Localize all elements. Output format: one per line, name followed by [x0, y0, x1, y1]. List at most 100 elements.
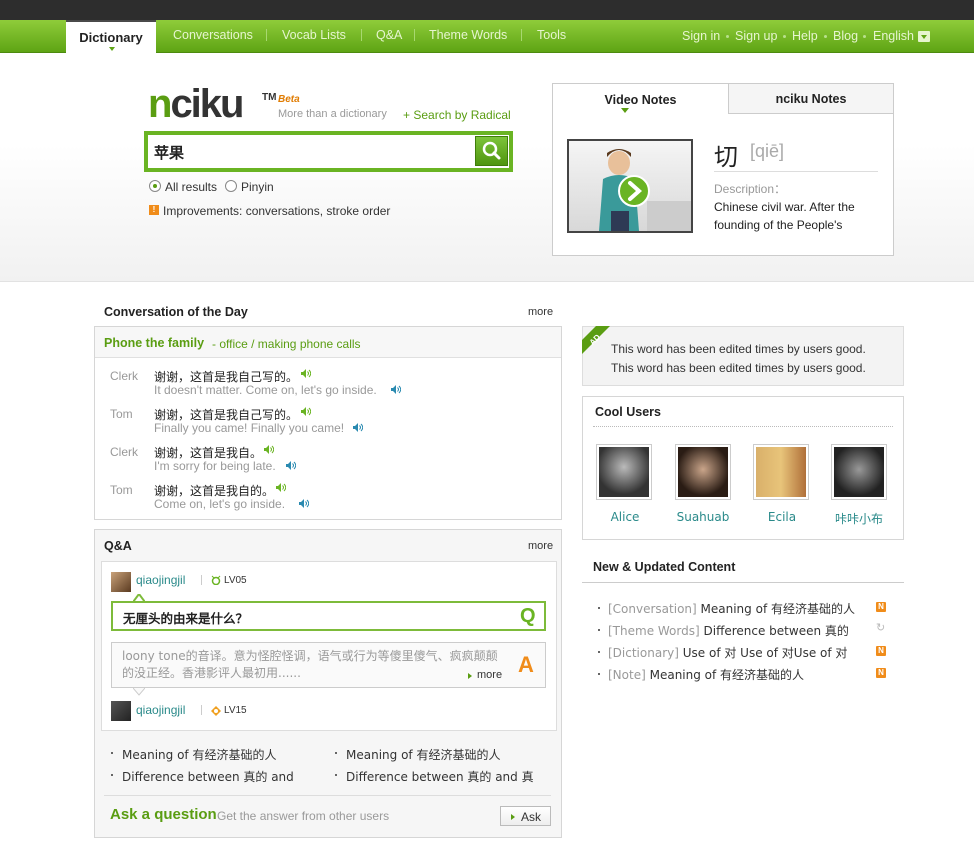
- level-icon: [211, 575, 221, 585]
- speaker-name: Tom: [110, 407, 133, 421]
- bullet: [111, 774, 113, 776]
- divider: [201, 705, 202, 715]
- update-item[interactable]: [Theme Words] Difference between 真的: [608, 622, 849, 639]
- nav-divider: [266, 29, 267, 41]
- new-badge-icon: N: [876, 668, 886, 678]
- divider: [582, 582, 904, 583]
- active-tab-caret-icon: [109, 47, 115, 51]
- beta-badge: Beta: [278, 94, 300, 105]
- new-badge-icon: N: [876, 646, 886, 656]
- radio-all-results[interactable]: [149, 180, 161, 192]
- bullet: [335, 774, 337, 776]
- improvements-link[interactable]: Improvements: conversations, stroke orde…: [163, 204, 390, 218]
- update-item[interactable]: [Note] Meaning of 有经济基础的人: [608, 666, 804, 683]
- video-presenter-illustration: [599, 149, 691, 231]
- tab-video-notes[interactable]: Video Notes: [553, 84, 728, 114]
- pointer-icon: [133, 688, 145, 696]
- tab-dictionary[interactable]: Dictionary: [66, 20, 156, 54]
- tab-tools[interactable]: Tools: [537, 28, 566, 42]
- tab-nciku-notes[interactable]: nciku Notes: [728, 84, 893, 114]
- speaker-audio-icon[interactable]: [286, 461, 296, 470]
- tab-theme-words[interactable]: Theme Words: [429, 28, 507, 42]
- avatar[interactable]: [111, 572, 131, 592]
- search-by-radical-link[interactable]: + Search by Radical: [403, 108, 511, 122]
- conversation-category-link[interactable]: - office / making phone calls: [212, 337, 361, 351]
- user-photo[interactable]: [675, 444, 731, 500]
- nav-dot: [824, 35, 827, 38]
- user-photo[interactable]: [753, 444, 809, 500]
- question-q-icon: Q: [520, 605, 536, 627]
- speaker-audio-icon[interactable]: [301, 369, 311, 378]
- avatar[interactable]: [111, 701, 131, 721]
- cool-user-name[interactable]: Alice: [585, 510, 665, 524]
- answerer-level: LV15: [224, 705, 247, 716]
- help-link[interactable]: Help: [792, 29, 818, 43]
- user-photo[interactable]: [831, 444, 887, 500]
- radio-pinyin-label: Pinyin: [241, 180, 274, 194]
- note-character: 切: [714, 143, 738, 171]
- new-badge-icon: N: [876, 602, 886, 612]
- qa-list-item[interactable]: Difference between 真的 and 真: [346, 768, 534, 785]
- qa-more-link[interactable]: more: [528, 540, 553, 552]
- update-item[interactable]: [Conversation] Meaning of 有经济基础的人: [608, 600, 855, 617]
- answer-more-link[interactable]: more: [477, 669, 502, 681]
- asker-level: LV05: [224, 575, 247, 586]
- user-photo[interactable]: [596, 444, 652, 500]
- ad-line: This word has been edited times by users…: [611, 342, 866, 356]
- bullet: [598, 607, 600, 609]
- qa-list-item[interactable]: Difference between 真的 and: [122, 768, 294, 785]
- ad-line: This word has been edited times by users…: [611, 361, 866, 375]
- update-text: Meaning of 有经济基础的人: [649, 668, 805, 682]
- conversation-of-the-day-title: Conversation of the Day: [104, 305, 248, 319]
- speaker-name: Clerk: [110, 445, 139, 459]
- level-icon: [211, 706, 221, 716]
- description-label: Description：: [714, 182, 787, 196]
- sign-in-link[interactable]: Sign in: [682, 29, 720, 43]
- bullet: [598, 673, 600, 675]
- chevron-down-icon[interactable]: [918, 31, 930, 42]
- speaker-audio-icon[interactable]: [264, 445, 274, 454]
- tab-vocab-lists[interactable]: Vocab Lists: [282, 28, 346, 42]
- update-tag: [Conversation]: [608, 602, 697, 616]
- tab-qa[interactable]: Q&A: [376, 28, 402, 42]
- update-tag: [Note]: [608, 668, 646, 682]
- cool-user-name[interactable]: Suahuab: [663, 510, 743, 524]
- cool-user-name[interactable]: 咔咔小布: [819, 510, 899, 527]
- bullet: [111, 752, 113, 754]
- ask-button[interactable]: Ask: [500, 806, 551, 826]
- qa-list-item[interactable]: Meaning of 有经济基础的人: [122, 746, 276, 763]
- speaker-audio-icon[interactable]: [299, 499, 309, 508]
- conversation-topic-link[interactable]: Phone the family: [104, 336, 204, 350]
- tab-conversations[interactable]: Conversations: [173, 28, 253, 42]
- answerer-username[interactable]: qiaojingjil: [136, 703, 185, 717]
- update-text: Meaning of 有经济基础的人: [700, 602, 855, 616]
- sign-up-link[interactable]: Sign up: [735, 29, 777, 43]
- search-button[interactable]: [475, 136, 508, 166]
- asker-username[interactable]: qiaojingjil: [136, 573, 185, 587]
- search-input[interactable]: [154, 141, 472, 163]
- speaker-audio-icon[interactable]: [301, 407, 311, 416]
- tab-dictionary-label: Dictionary: [79, 30, 143, 45]
- play-icon: [618, 175, 650, 207]
- speaker-audio-icon[interactable]: [391, 385, 401, 394]
- nciku-logo[interactable]: nciku: [148, 84, 244, 124]
- top-strip: [0, 0, 974, 20]
- speaker-audio-icon[interactable]: [353, 423, 363, 432]
- conversation-more-link[interactable]: more: [528, 306, 553, 318]
- speaker-name: Clerk: [110, 369, 139, 383]
- language-select[interactable]: English: [873, 29, 914, 43]
- nav-divider: [414, 29, 415, 41]
- nav-dot: [863, 35, 866, 38]
- update-tag: [Theme Words]: [608, 624, 700, 638]
- update-text: Difference between 真的: [703, 624, 849, 638]
- radio-pinyin[interactable]: [225, 180, 237, 192]
- speaker-audio-icon[interactable]: [276, 483, 286, 492]
- qa-list-item[interactable]: Meaning of 有经济基础的人: [346, 746, 500, 763]
- search-box: [144, 131, 513, 172]
- blog-link[interactable]: Blog: [833, 29, 858, 43]
- ask-question-title: Ask a question: [110, 806, 217, 823]
- cool-user-name[interactable]: Ecila: [742, 510, 822, 524]
- update-item[interactable]: [Dictionary] Use of 对 Use of 对Use of 对: [608, 644, 847, 661]
- question-text[interactable]: 无厘头的由来是什么？: [123, 608, 248, 627]
- video-thumbnail[interactable]: [567, 139, 693, 233]
